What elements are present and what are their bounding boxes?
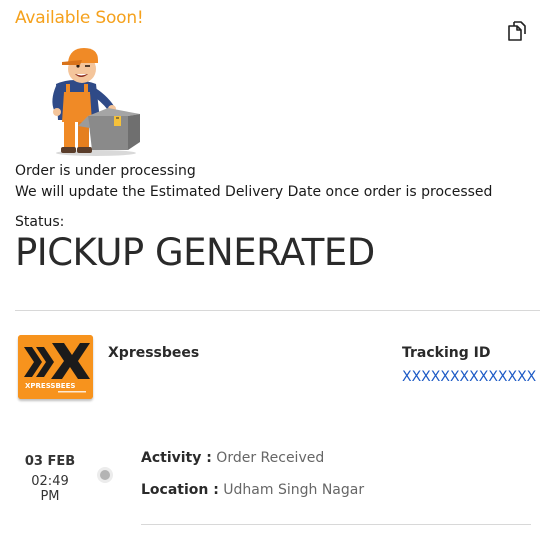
delivery-worker-illustration bbox=[44, 36, 144, 158]
event-time: 02:49 PM bbox=[31, 474, 69, 504]
status-value: PICKUP GENERATED bbox=[15, 231, 375, 274]
event-date: 03 FEB bbox=[24, 454, 76, 469]
activity-label: Activity : bbox=[141, 450, 212, 466]
processing-title: Order is under processing bbox=[15, 163, 196, 179]
tracking-id-label: Tracking ID bbox=[402, 345, 491, 361]
availability-heading: Available Soon! bbox=[15, 8, 144, 28]
courier-logo-text: XPRESSBEES bbox=[25, 382, 75, 390]
courier-name: Xpressbees bbox=[108, 345, 200, 361]
section-divider bbox=[15, 310, 540, 311]
processing-subtitle: We will update the Estimated Delivery Da… bbox=[15, 184, 493, 200]
event-activity: Activity : Order Received bbox=[141, 450, 324, 466]
timeline-dot bbox=[100, 470, 110, 480]
location-label: Location : bbox=[141, 482, 219, 498]
copy-icon[interactable] bbox=[505, 17, 531, 43]
courier-logo: XPRESSBEES bbox=[18, 335, 93, 399]
tracking-id-link[interactable]: XXXXXXXXXXXXXX bbox=[402, 369, 536, 385]
event-location: Location : Udham Singh Nagar bbox=[141, 482, 364, 498]
status-label: Status: bbox=[15, 214, 65, 230]
location-value: Udham Singh Nagar bbox=[223, 482, 365, 498]
activity-value: Order Received bbox=[216, 450, 325, 466]
event-divider bbox=[141, 524, 531, 525]
